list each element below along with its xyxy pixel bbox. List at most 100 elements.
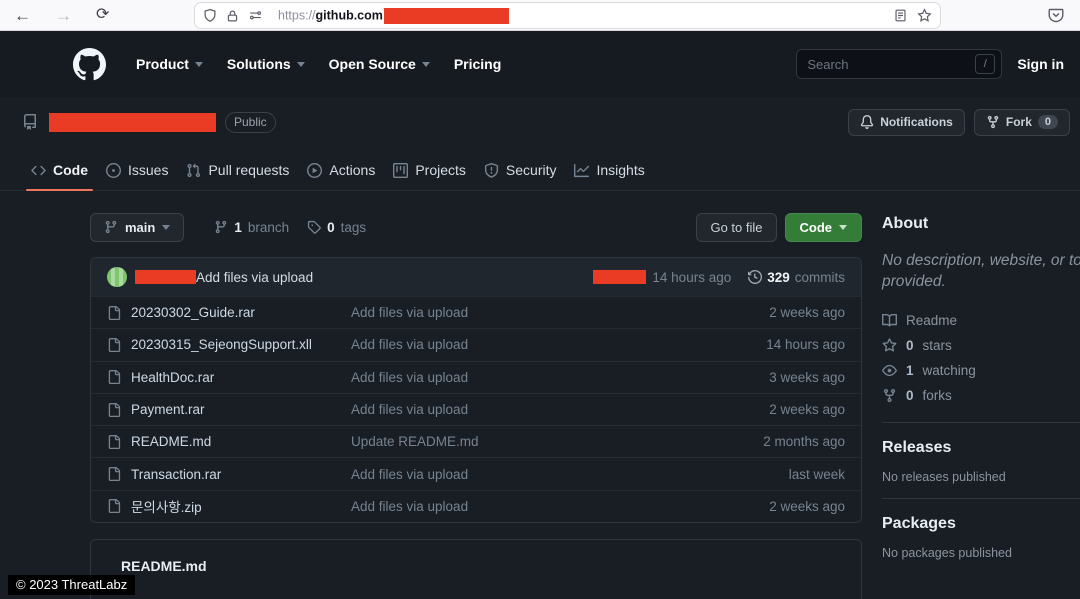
nav-item-open-source[interactable]: Open Source bbox=[317, 56, 442, 72]
url-bar[interactable]: https://github.com bbox=[195, 3, 940, 28]
tab-pull-requests[interactable]: Pull requests bbox=[177, 150, 298, 190]
file-icon bbox=[107, 435, 121, 449]
tab-label: Security bbox=[506, 162, 557, 178]
table-row[interactable]: HealthDoc.rar Add files via upload 3 wee… bbox=[91, 361, 861, 393]
file-name[interactable]: README.md bbox=[131, 434, 351, 449]
slash-shortcut-key: / bbox=[975, 54, 995, 74]
file-name[interactable]: 20230302_Guide.rar bbox=[131, 305, 351, 320]
file-name[interactable]: 20230315_SejeongSupport.xll bbox=[131, 337, 351, 352]
permissions-icon[interactable] bbox=[248, 9, 263, 22]
history-icon bbox=[748, 270, 762, 284]
packages-empty-text: No packages published bbox=[882, 546, 1080, 560]
about-title: About bbox=[882, 207, 1080, 233]
eye-icon bbox=[882, 363, 897, 378]
nav-item-product[interactable]: Product bbox=[124, 56, 215, 72]
nav-item-solutions[interactable]: Solutions bbox=[215, 56, 317, 72]
lock-icon[interactable] bbox=[226, 9, 239, 23]
tab-label: Issues bbox=[128, 162, 168, 178]
table-row[interactable]: 20230302_Guide.rar Add files via upload … bbox=[91, 296, 861, 328]
branch-count[interactable]: 1 branch bbox=[214, 220, 289, 235]
tag-count[interactable]: 0 tags bbox=[307, 220, 366, 235]
releases-title[interactable]: Releases bbox=[882, 439, 1080, 457]
play-icon bbox=[307, 163, 322, 178]
tab-actions[interactable]: Actions bbox=[298, 150, 384, 190]
tab-issues[interactable]: Issues bbox=[97, 150, 177, 190]
repository-page: Public Notifications Fork 0 Code bbox=[0, 97, 1080, 599]
chevron-down-icon bbox=[297, 62, 305, 67]
repo-icon bbox=[22, 114, 38, 130]
file-commit-message[interactable]: Add files via upload bbox=[351, 305, 769, 320]
chevron-down-icon bbox=[839, 225, 847, 230]
forks-link[interactable]: 0 forks bbox=[882, 383, 1080, 408]
search-input[interactable] bbox=[807, 57, 975, 72]
visibility-badge: Public bbox=[225, 112, 276, 133]
readme-link[interactable]: Readme bbox=[882, 308, 1080, 333]
file-name[interactable]: Payment.rar bbox=[131, 402, 351, 417]
table-row[interactable]: Transaction.rar Add files via upload las… bbox=[91, 457, 861, 489]
nav-label: Product bbox=[136, 56, 189, 72]
table-row[interactable]: 문의사항.zip Add files via upload 2 weeks ag… bbox=[91, 490, 861, 522]
file-browser: Add files via upload 14 hours ago 329 co… bbox=[90, 257, 862, 523]
watching-count: 1 bbox=[906, 363, 914, 378]
branch-toolbar: main 1 branch 0 tags Go to file Code bbox=[90, 212, 862, 242]
nav-item-pricing[interactable]: Pricing bbox=[442, 56, 513, 72]
bell-icon bbox=[860, 115, 874, 129]
threatlabz-watermark: © 2023 ThreatLabz bbox=[8, 575, 135, 595]
file-name[interactable]: 문의사항.zip bbox=[131, 496, 351, 516]
forks-label: forks bbox=[923, 388, 952, 403]
chevron-down-icon bbox=[195, 62, 203, 67]
commit-time: 14 hours ago bbox=[652, 270, 731, 285]
bookmark-star-icon[interactable] bbox=[917, 8, 932, 23]
avatar[interactable] bbox=[107, 267, 127, 287]
github-logo-icon[interactable] bbox=[73, 48, 106, 81]
table-row[interactable]: Payment.rar Add files via upload 2 weeks… bbox=[91, 393, 861, 425]
notifications-button[interactable]: Notifications bbox=[848, 109, 965, 136]
file-commit-message[interactable]: Add files via upload bbox=[351, 370, 769, 385]
commit-message[interactable]: Add files via upload bbox=[196, 270, 313, 285]
file-commit-message[interactable]: Add files via upload bbox=[351, 402, 769, 417]
tab-insights[interactable]: Insights bbox=[565, 150, 653, 190]
commit-count: 329 bbox=[767, 270, 790, 285]
header-search[interactable]: / bbox=[796, 49, 1002, 79]
nav-label: Solutions bbox=[227, 56, 291, 72]
sidebar-divider bbox=[882, 422, 1080, 423]
reader-mode-icon[interactable] bbox=[894, 8, 907, 23]
fork-button[interactable]: Fork 0 bbox=[974, 109, 1070, 136]
nav-label: Pricing bbox=[454, 56, 501, 72]
file-age: 2 weeks ago bbox=[769, 305, 845, 320]
commit-history-link[interactable]: 329 commits bbox=[748, 270, 845, 285]
file-name[interactable]: HealthDoc.rar bbox=[131, 370, 351, 385]
pocket-icon[interactable] bbox=[1048, 7, 1064, 23]
tab-projects[interactable]: Projects bbox=[384, 150, 475, 190]
file-commit-message[interactable]: Add files via upload bbox=[351, 499, 769, 514]
stars-label: stars bbox=[923, 338, 952, 353]
sidebar: About No description, website, or topics… bbox=[882, 207, 1080, 560]
file-icon bbox=[107, 370, 121, 384]
sign-in-link[interactable]: Sign in bbox=[1017, 56, 1064, 72]
readme-title[interactable]: README.md bbox=[91, 540, 861, 574]
watching-link[interactable]: 1 watching bbox=[882, 358, 1080, 383]
file-age: 14 hours ago bbox=[766, 337, 845, 352]
issue-icon bbox=[106, 163, 121, 178]
tab-code[interactable]: Code bbox=[22, 150, 97, 190]
table-row[interactable]: README.md Update README.md 2 months ago bbox=[91, 425, 861, 457]
go-to-file-button[interactable]: Go to file bbox=[696, 213, 776, 242]
browser-back-icon[interactable]: ← bbox=[14, 7, 31, 24]
shield-icon[interactable] bbox=[203, 8, 217, 23]
branch-selector-button[interactable]: main bbox=[90, 213, 184, 242]
sidebar-divider bbox=[882, 498, 1080, 499]
notifications-label: Notifications bbox=[880, 115, 953, 129]
tag-count-value: 0 bbox=[327, 220, 335, 235]
file-commit-message[interactable]: Add files via upload bbox=[351, 337, 766, 352]
browser-refresh-icon[interactable]: ⟳ bbox=[96, 7, 109, 23]
stars-link[interactable]: 0 stars bbox=[882, 333, 1080, 358]
packages-title[interactable]: Packages bbox=[882, 515, 1080, 533]
tab-security[interactable]: Security bbox=[475, 150, 566, 190]
code-dropdown-button[interactable]: Code bbox=[785, 213, 863, 242]
file-name[interactable]: Transaction.rar bbox=[131, 467, 351, 482]
browser-forward-icon[interactable]: → bbox=[55, 7, 72, 24]
file-commit-message[interactable]: Add files via upload bbox=[351, 467, 789, 482]
table-row[interactable]: 20230315_SejeongSupport.xll Add files vi… bbox=[91, 328, 861, 360]
file-commit-message[interactable]: Update README.md bbox=[351, 434, 763, 449]
star-icon bbox=[882, 338, 897, 353]
